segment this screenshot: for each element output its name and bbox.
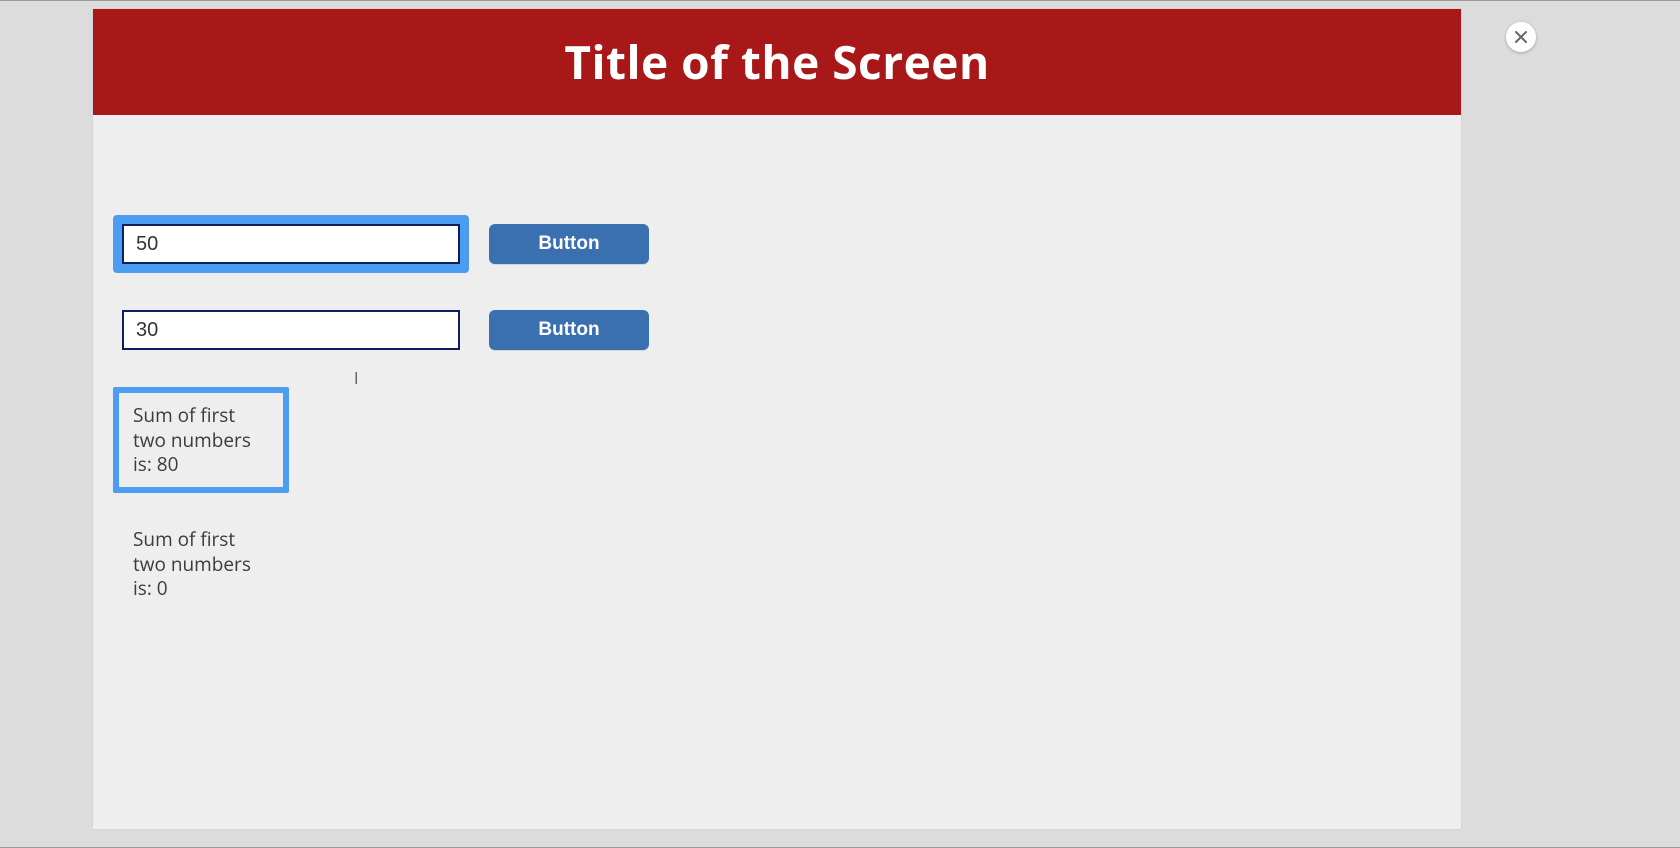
number-input-2[interactable]	[122, 310, 460, 350]
input-row-1: Button	[113, 215, 1461, 273]
result-row-1: Sum of first two numbers is: 80	[113, 387, 1461, 493]
page-title: Title of the Screen	[564, 31, 989, 93]
input-wrapper-1	[113, 215, 469, 273]
close-button[interactable]	[1506, 22, 1536, 52]
submit-button-1[interactable]: Button	[489, 224, 649, 264]
input-wrapper-2	[113, 301, 469, 359]
result-box-2: Sum of first two numbers is: 0	[113, 511, 289, 617]
result-box-1: Sum of first two numbers is: 80	[113, 387, 289, 493]
dialog-content: Button Button Sum of first two numbers i…	[93, 115, 1461, 617]
result-row-2: Sum of first two numbers is: 0	[113, 511, 1461, 617]
text-cursor-icon: I	[354, 367, 358, 389]
viewport: Title of the Screen Button Button Sum	[0, 0, 1680, 848]
close-icon	[1514, 30, 1528, 44]
result-text-2: Sum of first two numbers is: 0	[133, 527, 269, 601]
submit-button-2[interactable]: Button	[489, 310, 649, 350]
input-row-2: Button	[113, 301, 1461, 359]
number-input-1[interactable]	[122, 224, 460, 264]
result-text-1: Sum of first two numbers is: 80	[133, 403, 269, 477]
dialog-canvas: Title of the Screen Button Button Sum	[93, 9, 1461, 829]
dialog-header: Title of the Screen	[93, 9, 1461, 115]
